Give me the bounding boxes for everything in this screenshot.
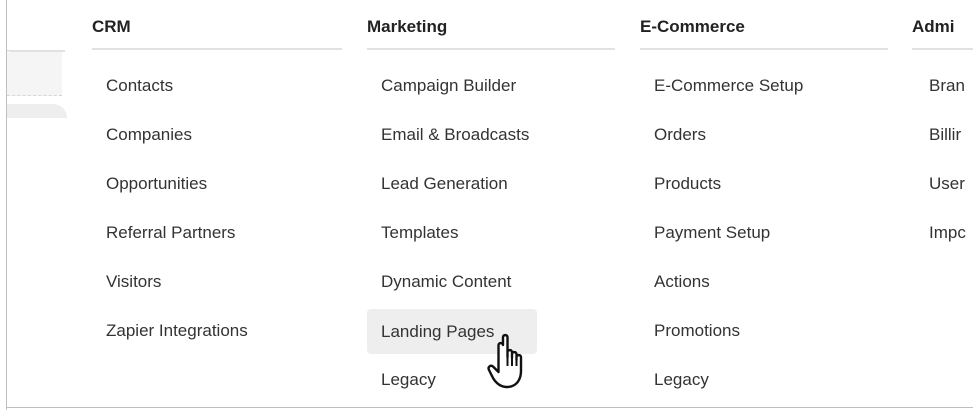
menu-item-visitors[interactable]: Visitors (92, 258, 342, 307)
menu-item-legacy-ecommerce[interactable]: Legacy (640, 356, 888, 405)
menu-item-orders[interactable]: Orders (640, 111, 888, 160)
hand-pointer-icon (487, 333, 523, 389)
menu-item-companies[interactable]: Companies (92, 111, 342, 160)
menu-item-opportunities[interactable]: Opportunities (92, 160, 342, 209)
menu-item-import[interactable]: Impc (912, 209, 973, 258)
menu-item-dynamic-content[interactable]: Dynamic Content (367, 258, 615, 307)
menu-item-promotions[interactable]: Promotions (640, 307, 888, 356)
background-shape-fragment (7, 104, 67, 118)
menu-item-templates[interactable]: Templates (367, 209, 615, 258)
menu-item-users[interactable]: User (912, 160, 973, 209)
menu-heading-ecommerce: E-Commerce (640, 0, 888, 50)
menu-item-campaign-builder[interactable]: Campaign Builder (367, 62, 615, 111)
panel-bottom-border (6, 407, 973, 408)
menu-item-contacts[interactable]: Contacts (92, 62, 342, 111)
menu-item-email-broadcasts[interactable]: Email & Broadcasts (367, 111, 615, 160)
menu-item-actions[interactable]: Actions (640, 258, 888, 307)
menu-heading-crm: CRM (92, 0, 342, 50)
menu-item-branding[interactable]: Bran (912, 62, 973, 111)
menu-item-referral-partners[interactable]: Referral Partners (92, 209, 342, 258)
menu-list-admin: Bran Billir User Impc (912, 62, 973, 258)
menu-column-admin: Admi Bran Billir User Impc (912, 0, 973, 258)
menu-heading-admin: Admi (912, 0, 973, 50)
menu-item-billing[interactable]: Billir (912, 111, 973, 160)
menu-list-crm: Contacts Companies Opportunities Referra… (92, 62, 342, 356)
heading-divider-fragment (10, 50, 65, 52)
menu-column-ecommerce: E-Commerce E-Commerce Setup Orders Produ… (640, 0, 888, 405)
menu-column-crm: CRM Contacts Companies Opportunities Ref… (92, 0, 342, 356)
menu-heading-marketing: Marketing (367, 0, 615, 50)
background-panel-fragment (7, 50, 62, 96)
menu-item-lead-generation[interactable]: Lead Generation (367, 160, 615, 209)
menu-item-zapier-integrations[interactable]: Zapier Integrations (92, 307, 342, 356)
menu-item-ecommerce-setup[interactable]: E-Commerce Setup (640, 62, 888, 111)
menu-item-products[interactable]: Products (640, 160, 888, 209)
menu-item-payment-setup[interactable]: Payment Setup (640, 209, 888, 258)
menu-list-ecommerce: E-Commerce Setup Orders Products Payment… (640, 62, 888, 405)
